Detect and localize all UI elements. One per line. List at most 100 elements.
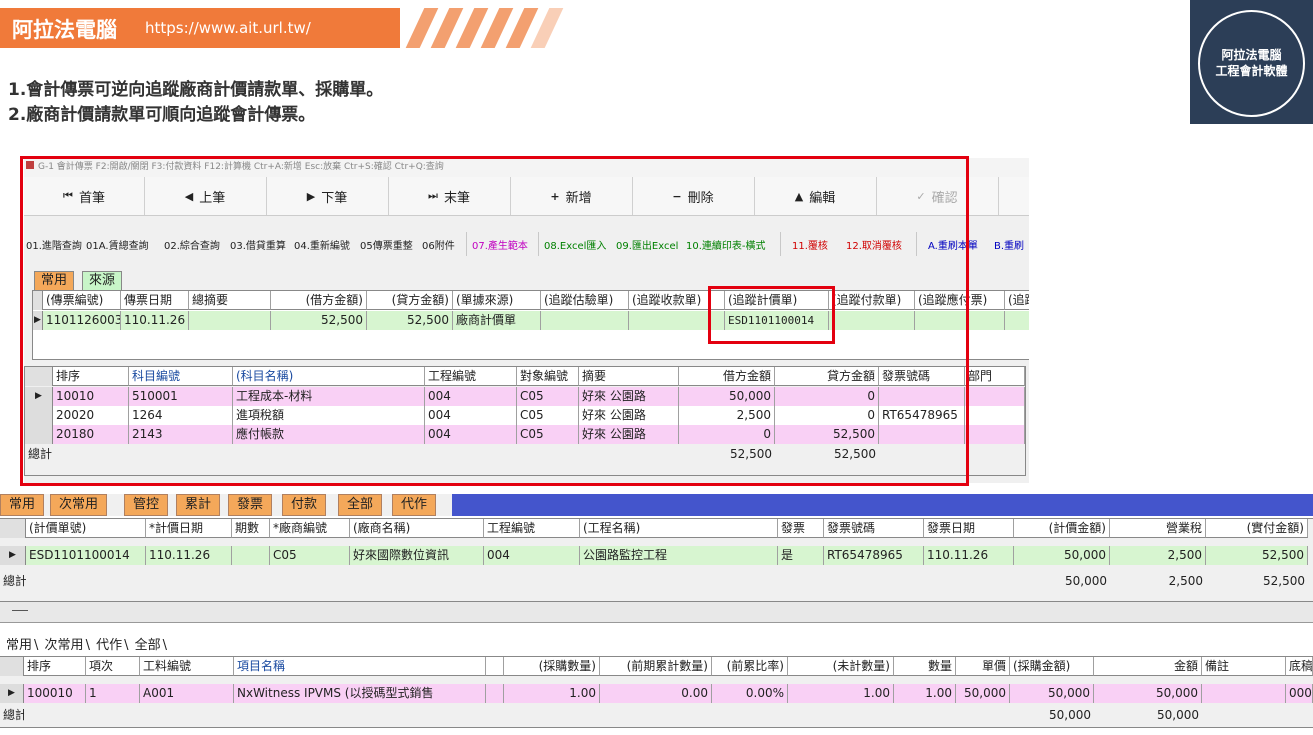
row-pointer-icon: ▶ — [0, 546, 26, 565]
detail-department[interactable] — [965, 387, 1025, 406]
tab-divider: \ — [85, 638, 90, 653]
col-sort[interactable]: 排序 — [24, 657, 86, 676]
prior-qty[interactable]: 0.00 — [600, 684, 712, 703]
invoice-date[interactable]: 110.11.26 — [924, 546, 1014, 565]
item-no[interactable]: 1 — [86, 684, 140, 703]
subtab-common[interactable]: 常用 — [6, 638, 32, 653]
heading-2: 2.廠商計價請款單可順向追蹤會計傳票。 — [8, 105, 316, 125]
subtab-secondary[interactable]: 次常用 — [45, 638, 84, 653]
material-no[interactable]: A001 — [140, 684, 234, 703]
valuation-no[interactable]: ESD1101100014 — [26, 546, 146, 565]
voucher-track-more[interactable] — [1005, 311, 1029, 330]
site-banner: 阿拉法電腦 https://www.ait.url.tw/ — [0, 8, 565, 48]
col-period[interactable]: 期數 — [232, 519, 270, 538]
total-amount: 50,000 — [1157, 708, 1199, 722]
col-project-no[interactable]: 工程編號 — [484, 519, 580, 538]
qty[interactable]: 1.00 — [894, 684, 956, 703]
vendor-no[interactable]: C05 — [270, 546, 350, 565]
col-valuation-no[interactable]: (計價單號) — [26, 519, 146, 538]
logo-line-1: 阿拉法電腦 — [1221, 48, 1282, 62]
col-item-no[interactable]: 項次 — [86, 657, 140, 676]
col-purchase-amount[interactable]: (採購金額) — [1010, 657, 1094, 676]
tab-divider: \ — [34, 638, 39, 653]
col-net-amount[interactable]: (實付金額) — [1206, 519, 1308, 538]
tab-invoice[interactable]: 發票 — [228, 494, 273, 516]
valuation-amount[interactable]: 50,000 — [1014, 546, 1110, 565]
col-amount[interactable]: 金額 — [1094, 657, 1202, 676]
col-item-name[interactable]: 項目名稱 — [234, 657, 486, 676]
banner-stripe — [530, 8, 564, 48]
sales-tax[interactable]: 2,500 — [1110, 546, 1206, 565]
tab-common[interactable]: 常用 — [0, 494, 45, 516]
row-pointer-icon: ▶ — [0, 684, 24, 703]
col-invoice-no[interactable]: 發票號碼 — [824, 519, 924, 538]
total-valuation: 50,000 — [1065, 574, 1107, 588]
col-valuation-date[interactable]: *計價日期 — [146, 519, 232, 538]
project-no[interactable]: 004 — [484, 546, 580, 565]
col-prior-qty[interactable]: (前期累計數量) — [600, 657, 712, 676]
detail-department[interactable] — [965, 425, 1025, 444]
item-grip[interactable] — [486, 684, 504, 703]
project-name[interactable]: 公園路監控工程 — [580, 546, 778, 565]
valuation-grid: (計價單號) *計價日期 期數 *廠商編號 (廠商名稱) 工程編號 (工程名稱)… — [0, 518, 1313, 602]
item-sort[interactable]: 100010 — [24, 684, 86, 703]
invoice-no[interactable]: RT65478965 — [824, 546, 924, 565]
col-material-no[interactable]: 工料編號 — [140, 657, 234, 676]
sub-tabs: 常用 \ 次常用 \ 代作 \ 全部 \ — [6, 634, 169, 654]
func-refresh-b[interactable]: B.重刷 — [994, 237, 1024, 252]
draft[interactable]: 000 — [1286, 684, 1313, 703]
prior-ratio[interactable]: 0.00% — [712, 684, 788, 703]
subtab-agent[interactable]: 代作 — [96, 638, 122, 653]
valuation-date[interactable]: 110.11.26 — [146, 546, 232, 565]
invoice-flag[interactable]: 是 — [778, 546, 824, 565]
col-track-more[interactable]: (追蹤 — [1005, 291, 1029, 310]
col-invoice-date[interactable]: 發票日期 — [924, 519, 1014, 538]
splitter[interactable] — [0, 602, 1313, 623]
tab-agent[interactable]: 代作 — [392, 494, 437, 516]
vendor-name[interactable]: 好來國際數位資訊 — [350, 546, 484, 565]
tab-secondary[interactable]: 次常用 — [50, 494, 108, 516]
heading-1: 1.會計傳票可逆向追蹤廠商計價請款單、採購單。 — [8, 80, 384, 100]
note[interactable] — [1202, 684, 1286, 703]
col-department[interactable]: 部門 — [965, 367, 1025, 386]
col-note[interactable]: 備註 — [1202, 657, 1286, 676]
lower-tabs: 常用 次常用 管控 累計 發票 付款 全部 代作 — [0, 494, 1313, 516]
col-vendor-no[interactable]: *廠商編號 — [270, 519, 350, 538]
logo-line-2: 工程會計軟體 — [1215, 64, 1288, 78]
col-purchase-qty[interactable]: (採購數量) — [504, 657, 600, 676]
uncounted-qty[interactable]: 1.00 — [788, 684, 894, 703]
tab-divider: \ — [124, 638, 129, 653]
col-grip[interactable] — [486, 657, 504, 676]
tab-divider: \ — [162, 638, 168, 653]
tab-control[interactable]: 管控 — [124, 494, 169, 516]
detail-department[interactable] — [965, 406, 1025, 425]
tab-payment[interactable]: 付款 — [282, 494, 327, 516]
tab-all[interactable]: 全部 — [338, 494, 383, 516]
collapse-icon — [12, 610, 28, 611]
grid-corner — [0, 519, 26, 538]
col-uncounted-qty[interactable]: (未計數量) — [788, 657, 894, 676]
logo: 阿拉法電腦 工程會計軟體 — [1190, 0, 1313, 124]
col-invoice-flag[interactable]: 發票 — [778, 519, 824, 538]
col-vendor-name[interactable]: (廠商名稱) — [350, 519, 484, 538]
amount[interactable]: 50,000 — [1094, 684, 1202, 703]
tab-cumulative[interactable]: 累計 — [176, 494, 221, 516]
purchase-qty[interactable]: 1.00 — [504, 684, 600, 703]
item-name[interactable]: NxWitness IPVMS (以授碼型式銷售 — [234, 684, 486, 703]
unit-price[interactable]: 50,000 — [956, 684, 1010, 703]
total-label: 總計 — [3, 708, 24, 722]
col-prior-ratio[interactable]: (前累比率) — [712, 657, 788, 676]
col-unit-price[interactable]: 單價 — [956, 657, 1010, 676]
col-valuation-amount[interactable]: (計價金額) — [1014, 519, 1110, 538]
col-qty[interactable]: 數量 — [894, 657, 956, 676]
valuation-period[interactable] — [232, 546, 270, 565]
col-draft[interactable]: 底稿 — [1286, 657, 1313, 676]
col-project-name[interactable]: (工程名稱) — [580, 519, 778, 538]
col-sales-tax[interactable]: 營業稅 — [1110, 519, 1206, 538]
purchase-amount[interactable]: 50,000 — [1010, 684, 1094, 703]
net-amount[interactable]: 52,500 — [1206, 546, 1308, 565]
banner-url[interactable]: https://www.ait.url.tw/ — [145, 19, 311, 37]
subtab-all[interactable]: 全部 — [135, 638, 161, 653]
item-grid: 排序 項次 工料編號 項目名稱 (採購數量) (前期累計數量) (前累比率) (… — [0, 656, 1313, 728]
total-label: 總計 — [3, 574, 26, 588]
